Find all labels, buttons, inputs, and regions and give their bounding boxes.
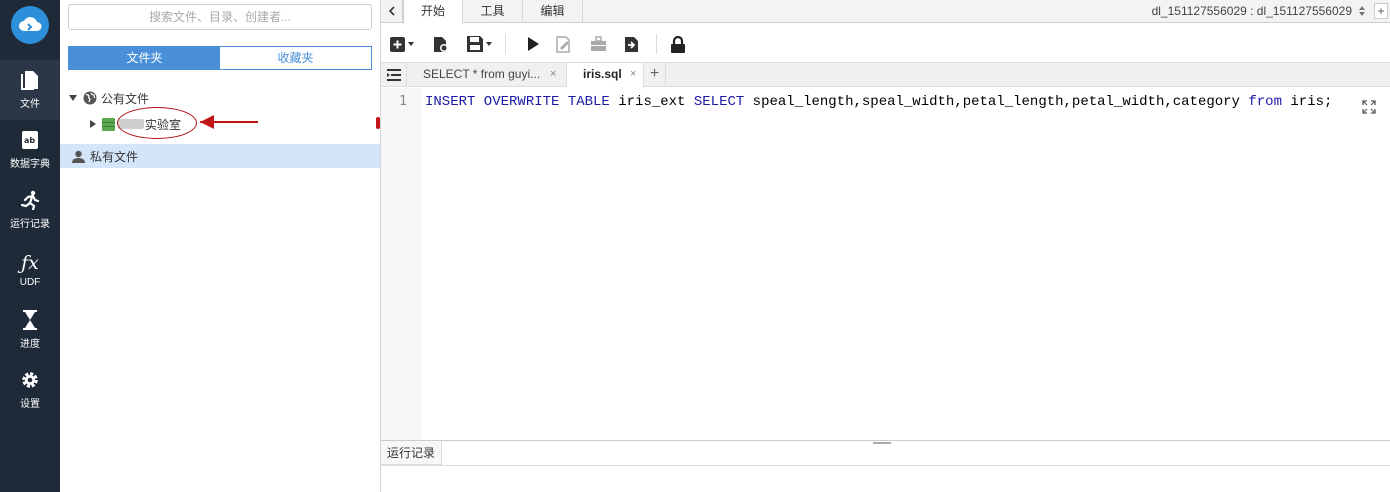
nav-label: UDF (19, 277, 41, 288)
line-number: 1 (399, 94, 407, 109)
sql-text: iris_ext (609, 94, 694, 110)
running-man-icon (20, 190, 40, 210)
tab-list-button[interactable] (381, 63, 407, 87)
sql-keyword: INSERT OVERWRITE TABLE (425, 94, 610, 110)
tree-item-private-files[interactable]: 私有文件 (60, 144, 380, 168)
toolbox-icon (591, 36, 606, 51)
tree-label: 私有文件 (90, 149, 139, 164)
menu-tab-start[interactable]: 开始 (403, 0, 463, 24)
chevron-right-icon[interactable] (90, 120, 96, 128)
code-line[interactable]: INSERT OVERWRITE TABLE iris_ext SELECT s… (425, 94, 1332, 110)
hourglass-icon (23, 310, 37, 330)
globe-icon (83, 91, 97, 105)
editor-tab-bar: SELECT * from guyi... × iris.sql × + (381, 62, 1390, 88)
sql-keyword: SELECT (693, 94, 745, 110)
export-icon (625, 36, 638, 52)
file-settings-icon (434, 36, 448, 52)
divider (381, 465, 1390, 466)
menu-bar: 开始 工具 编辑 dl_151127556029 : dl_1511275560… (381, 0, 1390, 24)
toolbar (381, 24, 1390, 62)
add-tab-button[interactable]: + (644, 63, 666, 87)
nav-item-data-dictionary[interactable]: ab 数据字典 (0, 120, 60, 180)
dropdown-icon (486, 42, 492, 46)
nav-label: 进度 (20, 339, 40, 350)
collapse-button[interactable] (381, 0, 403, 22)
annotation-circle (117, 107, 197, 139)
editor-tab-iris-sql[interactable]: iris.sql × (567, 63, 644, 88)
annotation-mark (376, 117, 380, 129)
chevron-left-icon (388, 6, 395, 16)
new-file-button[interactable] (390, 34, 414, 54)
nav-label: 运行记录 (10, 219, 50, 230)
format-button[interactable] (556, 34, 573, 54)
svg-text:ab: ab (24, 136, 35, 145)
nav-label: 设置 (20, 399, 40, 410)
nav-item-files[interactable]: 文件 (0, 60, 60, 120)
close-icon[interactable]: × (550, 63, 556, 86)
sql-keyword: from (1248, 94, 1282, 110)
updown-arrow-icon[interactable] (1358, 5, 1366, 17)
gear-icon (22, 372, 38, 388)
app-logo[interactable] (11, 6, 49, 44)
fullscreen-icon[interactable] (1362, 100, 1376, 114)
folder-favorites-toggle: 文件夹 收藏夹 (68, 46, 372, 70)
menu-tab-edit[interactable]: 编辑 (523, 0, 583, 23)
nav-item-progress[interactable]: 进度 (0, 300, 60, 360)
lock-icon (671, 35, 685, 53)
menu-tab-tools[interactable]: 工具 (463, 0, 523, 23)
database-icon (102, 118, 115, 131)
sql-text: speal_length,speal_width,petal_length,pe… (744, 94, 1249, 110)
user-icon (72, 150, 85, 163)
editor-tab-select[interactable]: SELECT * from guyi... × (407, 63, 567, 87)
play-icon (528, 37, 539, 51)
search-input[interactable]: 搜索文件、目录、创建者... (68, 4, 372, 30)
export-button[interactable] (624, 34, 640, 54)
sql-editor[interactable]: 1 INSERT OVERWRITE TABLE iris_ext SELECT… (381, 88, 1390, 440)
add-connection-button[interactable]: + (1374, 3, 1388, 19)
nav-item-udf[interactable]: ƒx UDF (0, 240, 60, 300)
tab-favorites[interactable]: 收藏夹 (220, 47, 371, 69)
nav-item-run-history[interactable]: 运行记录 (0, 180, 60, 240)
dropdown-icon (408, 42, 414, 46)
tree-item-lab[interactable]: 实验室 (60, 112, 380, 136)
save-icon (467, 36, 483, 52)
tree-item-public-files[interactable]: 公有文件 (60, 86, 380, 110)
sql-text: iris; (1281, 94, 1333, 110)
chevron-down-icon[interactable] (69, 95, 77, 101)
open-file-button[interactable] (433, 34, 449, 54)
run-button[interactable] (527, 34, 539, 54)
nav-rail: 文件 ab 数据字典 运行记录 ƒx UDF 进度 设置 (0, 0, 60, 492)
nav-label: 文件 (20, 99, 40, 110)
tab-run-history[interactable]: 运行记录 (381, 441, 443, 465)
save-button[interactable] (467, 34, 492, 54)
file-icon (21, 71, 38, 90)
tab-folders[interactable]: 文件夹 (69, 47, 220, 69)
cloud-logo-icon (19, 17, 42, 31)
new-file-icon (390, 36, 405, 52)
connection-selector[interactable]: dl_151127556029 : dl_151127556029 (1152, 0, 1352, 22)
tab-label: iris.sql (583, 67, 622, 81)
toolbar-divider (505, 34, 506, 54)
list-icon (386, 69, 401, 81)
fx-icon: ƒx (21, 252, 39, 274)
main-area: 开始 工具 编辑 dl_151127556029 : dl_1511275560… (381, 0, 1390, 492)
tree-label: 公有文件 (101, 91, 150, 106)
tab-label: SELECT * from guyi... (423, 67, 541, 81)
edit-doc-icon (556, 35, 570, 53)
line-gutter: 1 (381, 88, 421, 440)
toolbox-button[interactable] (590, 34, 607, 54)
lock-button[interactable] (671, 34, 685, 54)
toolbar-divider (656, 34, 657, 54)
resize-grip[interactable] (873, 442, 891, 444)
nav-label: 数据字典 (10, 159, 50, 170)
bottom-panel: 运行记录 (381, 440, 1390, 492)
annotation-arrow-head (200, 115, 214, 129)
data-dictionary-icon: ab (22, 131, 38, 149)
file-panel: 搜索文件、目录、创建者... 文件夹 收藏夹 公有文件 实验室 私有文件 (60, 0, 438, 492)
nav-item-settings[interactable]: 设置 (0, 360, 60, 420)
close-icon[interactable]: × (630, 63, 636, 86)
